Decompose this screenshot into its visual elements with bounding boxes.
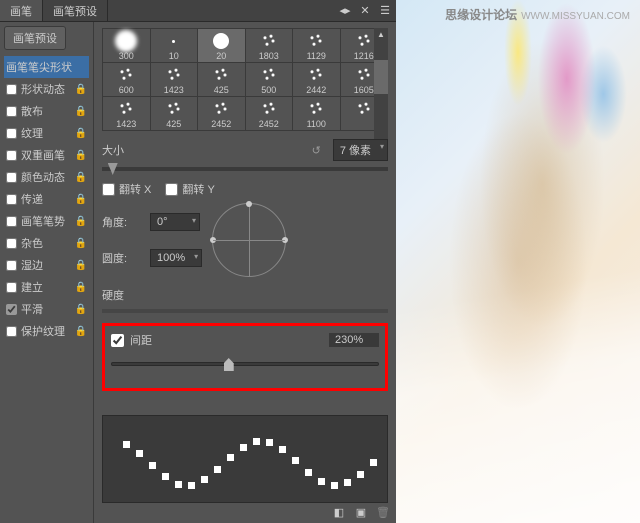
toggle-preview-icon[interactable]: ◧: [332, 505, 346, 519]
spacing-label: 间距: [130, 332, 152, 348]
new-brush-icon[interactable]: ▣: [354, 505, 368, 519]
spacing-checkbox[interactable]: [111, 334, 124, 347]
opt-dual-brush[interactable]: 双重画笔🔒: [4, 144, 89, 166]
brush-thumbnail[interactable]: 500: [246, 63, 293, 96]
brush-preset-button[interactable]: 画笔预设: [4, 26, 66, 50]
brush-thumbnail[interactable]: 1803: [246, 29, 293, 62]
flip-y-checkbox[interactable]: [165, 183, 178, 196]
size-slider[interactable]: [102, 167, 388, 171]
delete-brush-icon[interactable]: 🗑: [376, 505, 390, 519]
opt-build-up[interactable]: 建立🔒: [4, 276, 89, 298]
brush-pose-checkbox[interactable]: [6, 216, 17, 227]
brush-thumbnail[interactable]: 2452: [246, 97, 293, 130]
brush-thumbnail[interactable]: 20: [198, 29, 245, 62]
scroll-thumb[interactable]: [374, 60, 388, 94]
angle-control-wheel[interactable]: [212, 203, 286, 277]
brush-thumbnail[interactable]: 2452: [198, 97, 245, 130]
flip-y-control[interactable]: 翻转 Y: [165, 181, 214, 197]
brush-thumbnail[interactable]: 10: [151, 29, 198, 62]
scattering-checkbox[interactable]: [6, 106, 17, 117]
shape-dynamics-checkbox[interactable]: [6, 84, 17, 95]
spacing-highlight-box: 间距 230%: [102, 323, 388, 391]
opt-texture[interactable]: 纹理🔒: [4, 122, 89, 144]
brush-thumbnail[interactable]: 1423: [151, 63, 198, 96]
lock-icon[interactable]: 🔒: [75, 172, 87, 183]
protect-texture-checkbox[interactable]: [6, 326, 17, 337]
size-input[interactable]: 7 像素: [333, 139, 388, 161]
hardness-label: 硬度: [102, 287, 144, 303]
noise-checkbox[interactable]: [6, 238, 17, 249]
opt-protect-texture[interactable]: 保护纹理🔒: [4, 320, 89, 342]
brush-panel: 画笔 画笔预设 ◂▸ ✕ ☰ 画笔预设 画笔笔尖形状 形状动态🔒 散布🔒 纹理🔒…: [0, 0, 396, 523]
reset-size-icon[interactable]: ↺: [312, 144, 321, 157]
spacing-slider[interactable]: [111, 362, 379, 366]
lock-icon[interactable]: 🔒: [75, 150, 87, 161]
angle-label: 角度:: [102, 214, 144, 230]
lock-icon[interactable]: 🔒: [75, 194, 87, 205]
brush-thumbnail[interactable]: 1423: [103, 97, 150, 130]
smoothing-checkbox[interactable]: [6, 304, 17, 315]
transfer-checkbox[interactable]: [6, 194, 17, 205]
build-up-checkbox[interactable]: [6, 282, 17, 293]
brush-thumbnail[interactable]: 425: [151, 97, 198, 130]
brush-grid-scrollbar[interactable]: ▲: [374, 28, 388, 152]
size-label: 大小: [102, 142, 144, 158]
color-dynamics-checkbox[interactable]: [6, 172, 17, 183]
close-icon[interactable]: ✕: [358, 4, 372, 18]
spacing-input[interactable]: 230%: [329, 333, 379, 347]
roundness-input[interactable]: 100%: [150, 249, 202, 267]
roundness-label: 圆度:: [102, 250, 144, 266]
brush-thumbnail[interactable]: 1100: [293, 97, 340, 130]
brush-stroke-preview: [102, 415, 388, 503]
opt-color-dynamics[interactable]: 颜色动态🔒: [4, 166, 89, 188]
brush-thumbnail[interactable]: 300: [103, 29, 150, 62]
collapse-icon[interactable]: ◂▸: [338, 4, 352, 18]
lock-icon[interactable]: 🔒: [75, 106, 87, 117]
opt-transfer[interactable]: 传递🔒: [4, 188, 89, 210]
wet-edges-checkbox[interactable]: [6, 260, 17, 271]
opt-smoothing[interactable]: 平滑🔒: [4, 298, 89, 320]
brush-thumbnail-grid: 3001020180311291216600142342550024421605…: [102, 28, 388, 131]
lock-icon[interactable]: 🔒: [75, 84, 87, 95]
tab-brush[interactable]: 画笔: [0, 0, 43, 21]
opt-wet-edges[interactable]: 湿边🔒: [4, 254, 89, 276]
flip-x-control[interactable]: 翻转 X: [102, 181, 151, 197]
texture-checkbox[interactable]: [6, 128, 17, 139]
watermark: 思缘设计论坛WWW.MISSYUAN.COM: [445, 6, 630, 23]
brush-thumbnail[interactable]: 600: [103, 63, 150, 96]
opt-brush-pose[interactable]: 画笔笔势🔒: [4, 210, 89, 232]
brush-thumbnail[interactable]: 425: [198, 63, 245, 96]
lock-icon[interactable]: 🔒: [75, 282, 87, 293]
lock-icon[interactable]: 🔒: [75, 304, 87, 315]
opt-brush-tip-shape[interactable]: 画笔笔尖形状: [4, 56, 89, 78]
lock-icon[interactable]: 🔒: [75, 238, 87, 249]
brush-options-sidebar: 画笔预设 画笔笔尖形状 形状动态🔒 散布🔒 纹理🔒 双重画笔🔒 颜色动态🔒 传递…: [0, 22, 94, 523]
flip-x-checkbox[interactable]: [102, 183, 115, 196]
scroll-up-icon[interactable]: ▲: [374, 28, 388, 42]
menu-icon[interactable]: ☰: [378, 4, 392, 18]
hardness-slider[interactable]: [102, 309, 388, 313]
lock-icon[interactable]: 🔒: [75, 216, 87, 227]
angle-input[interactable]: 0°: [150, 213, 200, 231]
canvas-image: 思缘设计论坛WWW.MISSYUAN.COM: [396, 0, 640, 523]
lock-icon[interactable]: 🔒: [75, 128, 87, 139]
opt-noise[interactable]: 杂色🔒: [4, 232, 89, 254]
lock-icon[interactable]: 🔒: [75, 260, 87, 271]
tab-brush-presets[interactable]: 画笔预设: [43, 0, 108, 21]
opt-shape-dynamics[interactable]: 形状动态🔒: [4, 78, 89, 100]
spacing-slider-thumb[interactable]: [224, 358, 234, 371]
brush-settings-content: 3001020180311291216600142342550024421605…: [94, 22, 396, 523]
dual-brush-checkbox[interactable]: [6, 150, 17, 161]
brush-thumbnail[interactable]: 2442: [293, 63, 340, 96]
brush-thumbnail[interactable]: 1129: [293, 29, 340, 62]
lock-icon[interactable]: 🔒: [75, 326, 87, 337]
panel-tabs: 画笔 画笔预设 ◂▸ ✕ ☰: [0, 0, 396, 22]
opt-scattering[interactable]: 散布🔒: [4, 100, 89, 122]
